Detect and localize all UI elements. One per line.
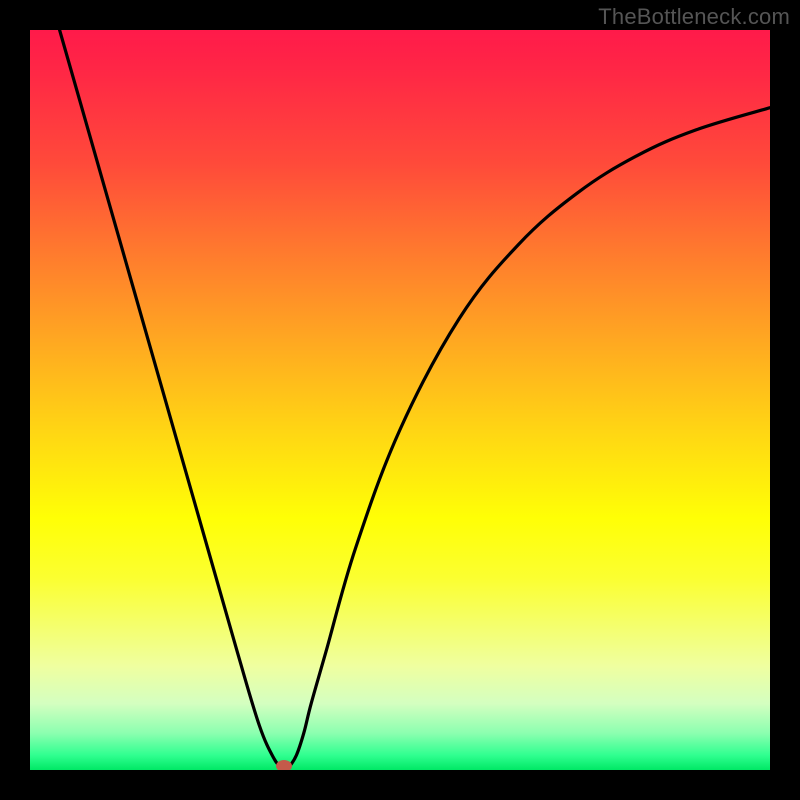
chart-frame: TheBottleneck.com — [0, 0, 800, 800]
curve-layer — [30, 30, 770, 770]
watermark-text: TheBottleneck.com — [598, 4, 790, 30]
bottleneck-curve — [60, 30, 770, 770]
optimal-point-marker — [276, 760, 292, 770]
plot-area — [30, 30, 770, 770]
